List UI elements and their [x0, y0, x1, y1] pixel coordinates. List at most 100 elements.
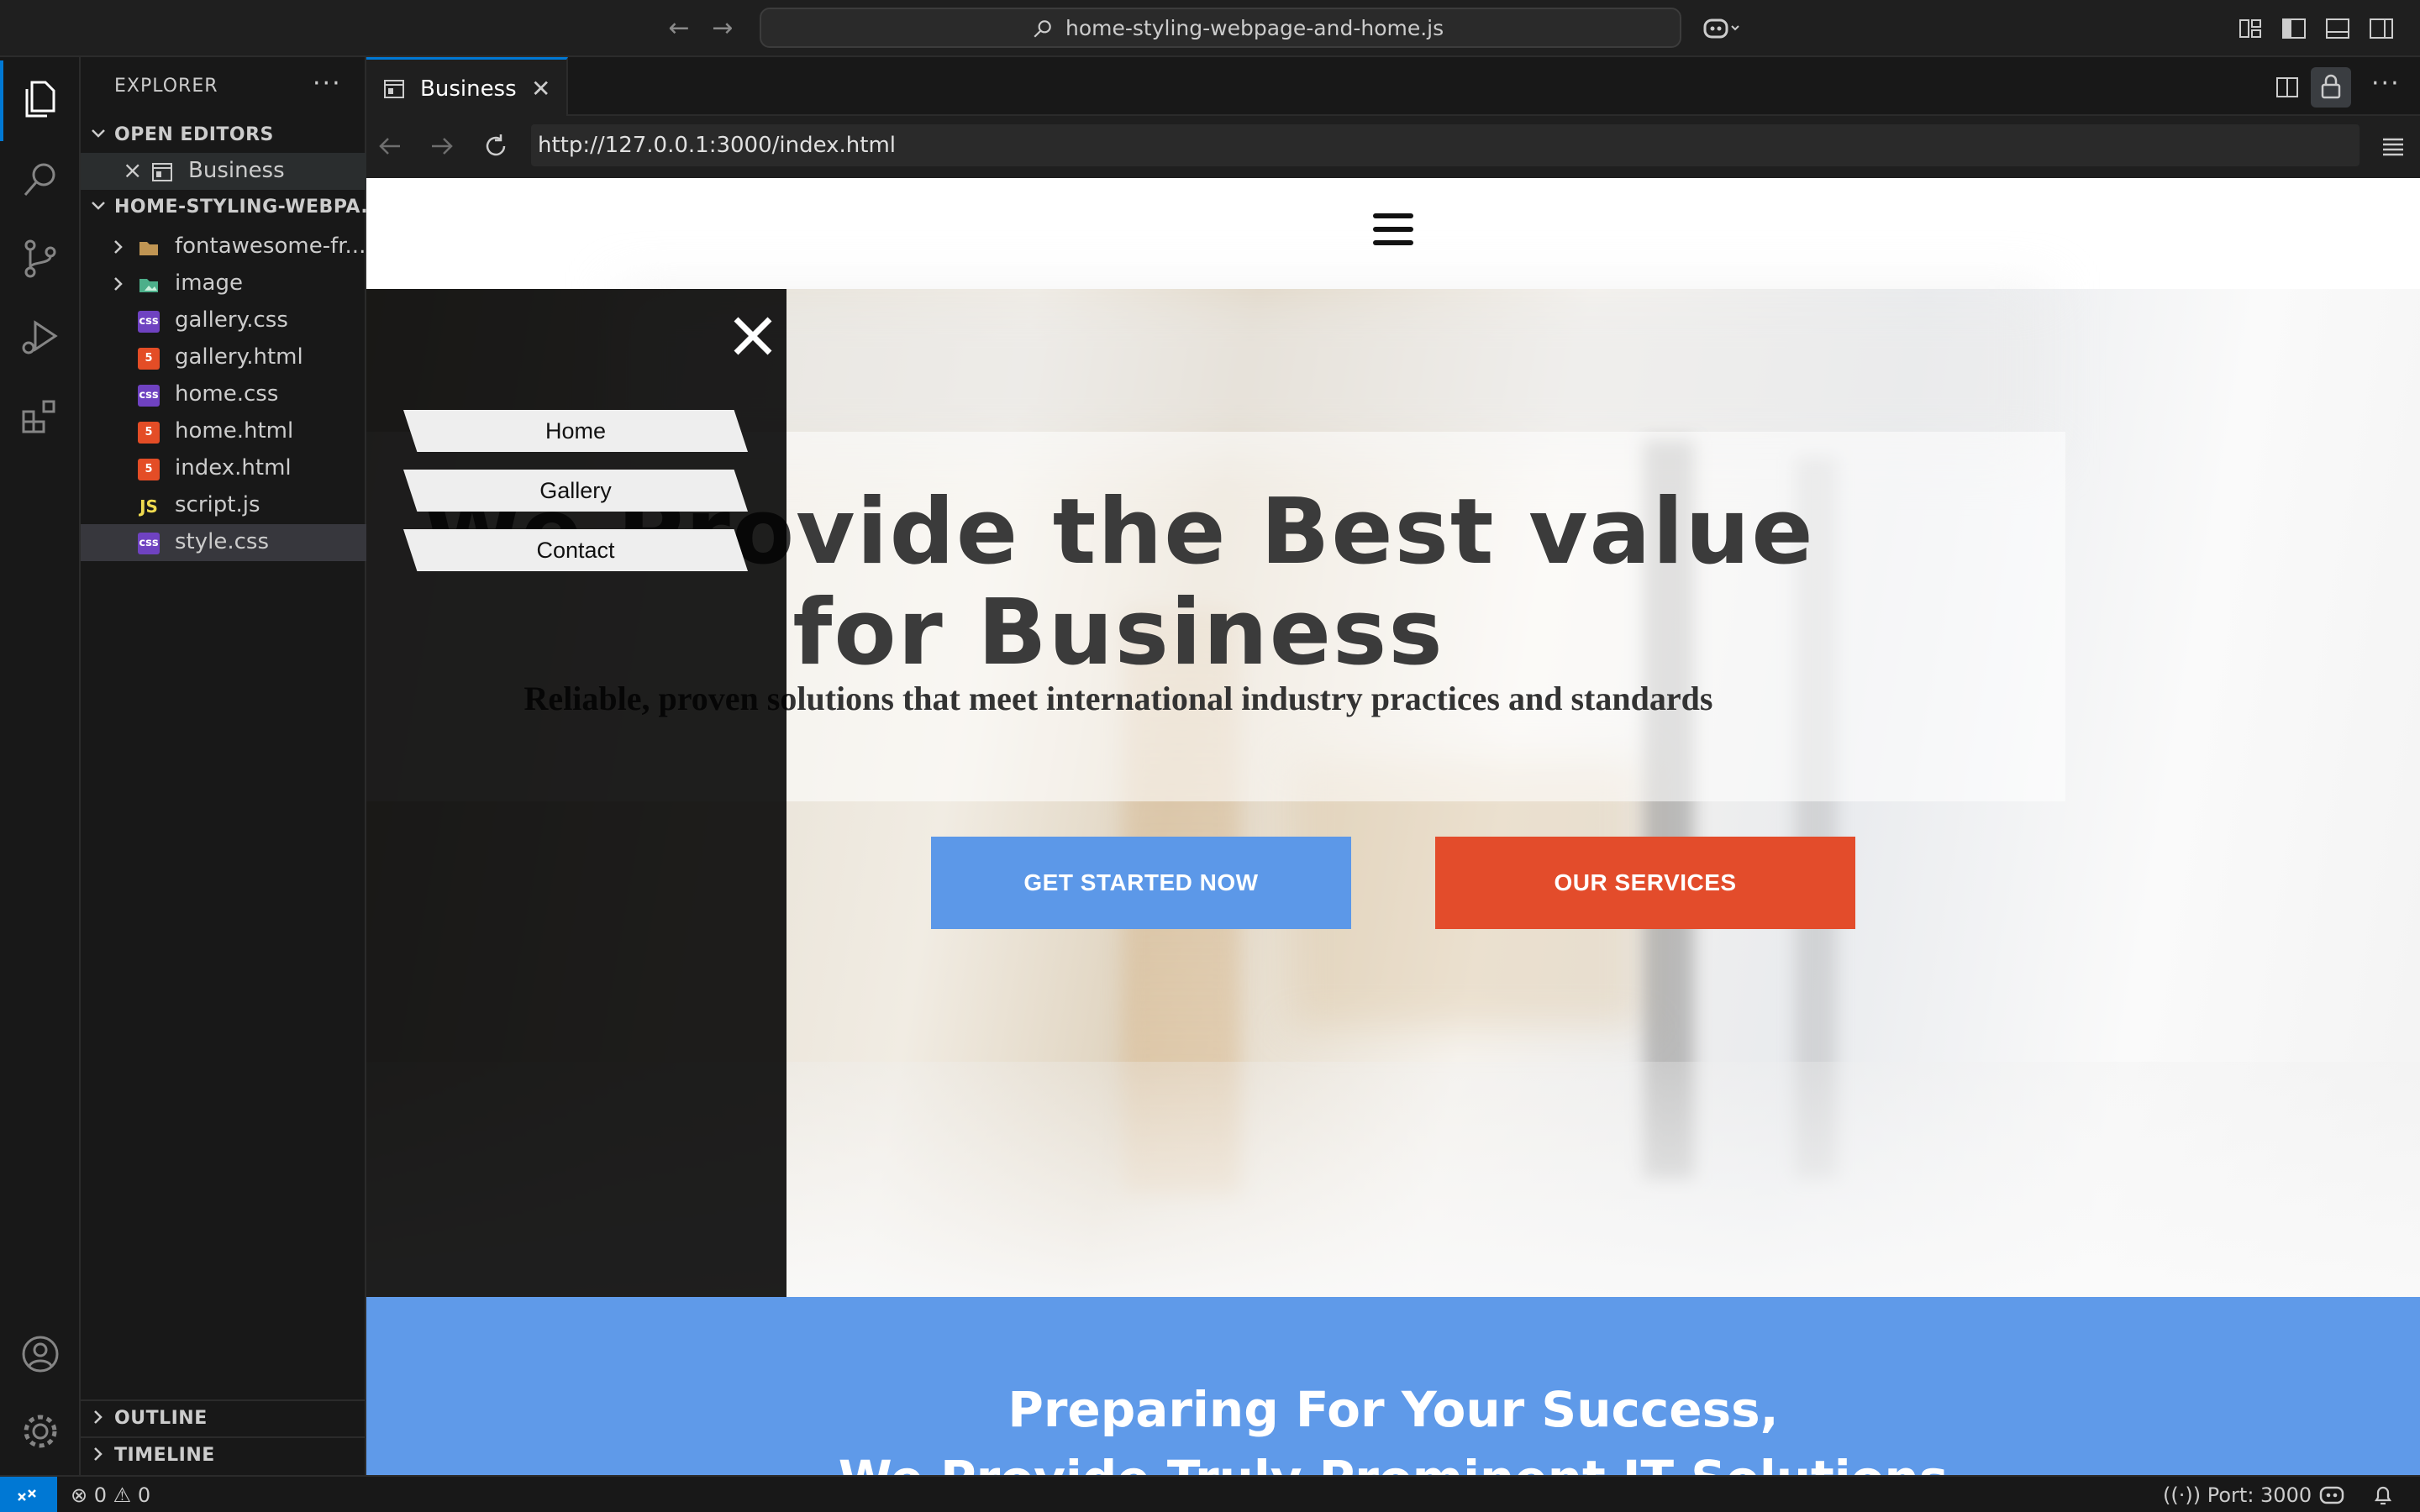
- project-folder-section[interactable]: HOME-STYLING-WEBPA...: [81, 192, 382, 225]
- css-file-icon: css: [138, 533, 160, 554]
- open-editors-section[interactable]: OPEN EDITORS: [81, 119, 366, 153]
- activity-bar: [0, 57, 81, 1475]
- file-name: style.css: [175, 529, 269, 554]
- toggle-primary-sidebar-icon[interactable]: [2281, 15, 2307, 42]
- html-file-icon: 5: [138, 459, 160, 480]
- port-label: Port: 3000: [2207, 1483, 2312, 1507]
- lock-button[interactable]: [2311, 67, 2351, 108]
- more-actions-icon[interactable]: ···: [2371, 69, 2401, 98]
- timeline-section[interactable]: TIMELINE: [81, 1440, 366, 1473]
- outline-label: OUTLINE: [114, 1408, 208, 1429]
- chevron-down-icon: [92, 129, 105, 138]
- nav-link-label: Gallery: [539, 478, 612, 503]
- preview-icon: [152, 163, 172, 181]
- file-name: fontawesome-fr...: [175, 234, 366, 259]
- command-center-search[interactable]: home-styling-webpage-and-home.js: [760, 8, 1681, 48]
- file-tree-item[interactable]: 5 gallery.html: [81, 339, 366, 376]
- file-tree-item[interactable]: image: [81, 265, 366, 302]
- remote-indicator[interactable]: [0, 1477, 57, 1512]
- warning-icon: ⚠: [113, 1483, 132, 1507]
- accounts-icon[interactable]: [18, 1332, 62, 1376]
- outline-section[interactable]: OUTLINE: [81, 1403, 366, 1436]
- settings-gear-icon[interactable]: [18, 1410, 62, 1453]
- warning-count: 0: [137, 1483, 151, 1507]
- open-editor-label: Business: [188, 158, 285, 183]
- close-icon[interactable]: ×: [123, 156, 142, 184]
- problems-indicator[interactable]: ⊗ 0 ⚠ 0: [71, 1483, 150, 1507]
- editor-tab-bar: Business ✕ ···: [366, 57, 2420, 116]
- open-in-browser-menu-icon[interactable]: [2378, 131, 2408, 161]
- back-arrow-icon[interactable]: ←: [664, 13, 694, 44]
- forward-arrow-icon[interactable]: →: [708, 13, 738, 44]
- open-editor-item[interactable]: × Business: [81, 153, 366, 190]
- chevron-right-icon: [114, 240, 123, 254]
- file-tree-item[interactable]: JS script.js: [81, 487, 366, 524]
- file-tree-item[interactable]: 5 home.html: [81, 413, 366, 450]
- section-title: Preparing For Your Success,: [1007, 1381, 1779, 1438]
- file-tree-item[interactable]: css gallery.css: [81, 302, 366, 339]
- file-tree-item[interactable]: css home.css: [81, 376, 366, 413]
- hamburger-menu-icon[interactable]: [1373, 213, 1413, 250]
- nav-link-home[interactable]: Home: [403, 410, 748, 452]
- get-started-button[interactable]: GET STARTED NOW: [931, 837, 1351, 929]
- file-name: image: [175, 270, 243, 296]
- css-file-icon: css: [138, 311, 160, 333]
- html-file-icon: 5: [138, 422, 160, 444]
- browser-back-icon[interactable]: [375, 131, 405, 161]
- file-name: gallery.css: [175, 307, 288, 333]
- preview-icon: [384, 80, 404, 98]
- image-folder-icon: [139, 279, 158, 292]
- file-name: gallery.html: [175, 344, 303, 370]
- explorer-more-actions-icon[interactable]: ···: [313, 69, 342, 98]
- title-bar: ← → home-styling-webpage-and-home.js: [0, 0, 2420, 57]
- file-name: index.html: [175, 455, 292, 480]
- toggle-panel-icon[interactable]: [2324, 15, 2351, 42]
- toggle-secondary-sidebar-icon[interactable]: [2368, 15, 2395, 42]
- file-tree-item[interactable]: fontawesome-fr...: [81, 228, 366, 265]
- port-indicator[interactable]: ((·)) Port: 3000: [2163, 1483, 2312, 1507]
- nav-link-gallery[interactable]: Gallery: [403, 470, 748, 512]
- reload-icon[interactable]: [481, 131, 511, 161]
- close-icon[interactable]: ✕: [531, 75, 550, 102]
- site-header: [366, 178, 2420, 289]
- error-icon: ⊗: [71, 1483, 88, 1507]
- source-control-icon[interactable]: [18, 237, 62, 281]
- extensions-icon[interactable]: [18, 395, 62, 438]
- explorer-files-icon[interactable]: [18, 77, 62, 121]
- explorer-sidebar: EXPLORER ··· OPEN EDITORS × Business HOM…: [81, 57, 382, 1475]
- browser-viewport: We Provide the Best value for Business R…: [366, 178, 2420, 1475]
- simple-browser-toolbar: [366, 116, 2420, 178]
- file-tree-item-selected[interactable]: css style.css: [81, 524, 366, 561]
- tab-business[interactable]: Business ✕: [366, 57, 568, 116]
- lock-icon: [2321, 74, 2341, 99]
- copilot-status-icon[interactable]: [2317, 1483, 2346, 1507]
- nav-link-contact[interactable]: Contact: [403, 529, 748, 571]
- file-tree-item[interactable]: 5 index.html: [81, 450, 366, 487]
- tab-label: Business: [420, 76, 517, 102]
- explorer-title: EXPLORER: [114, 76, 218, 97]
- nav-link-label: Contact: [536, 538, 615, 563]
- chevron-right-icon: [94, 1410, 103, 1424]
- url-input[interactable]: [531, 124, 2360, 166]
- js-file-icon: JS: [139, 496, 158, 517]
- browser-forward-icon[interactable]: [427, 131, 457, 161]
- our-services-button[interactable]: OUR SERVICES: [1435, 837, 1855, 929]
- copilot-icon[interactable]: [1702, 15, 1741, 42]
- search-icon[interactable]: [18, 158, 62, 202]
- nav-link-label: Home: [544, 418, 607, 444]
- file-name: home.css: [175, 381, 279, 407]
- run-and-debug-icon[interactable]: [18, 316, 62, 360]
- divider: [81, 1436, 366, 1438]
- chevron-down-icon: [92, 202, 105, 210]
- folder-icon: [139, 242, 158, 255]
- notifications-bell-icon[interactable]: [2371, 1483, 2395, 1507]
- timeline-label: TIMELINE: [114, 1445, 215, 1466]
- command-center-text: home-styling-webpage-and-home.js: [1065, 16, 1444, 40]
- close-menu-icon[interactable]: [729, 312, 776, 360]
- file-name: script.js: [175, 492, 260, 517]
- search-icon: [1034, 20, 1051, 38]
- split-editor-icon[interactable]: [2274, 74, 2301, 101]
- services-intro-section: Preparing For Your Success, We Provide T…: [366, 1297, 2420, 1475]
- file-name: home.html: [175, 418, 294, 444]
- customize-layout-icon[interactable]: [2237, 15, 2264, 42]
